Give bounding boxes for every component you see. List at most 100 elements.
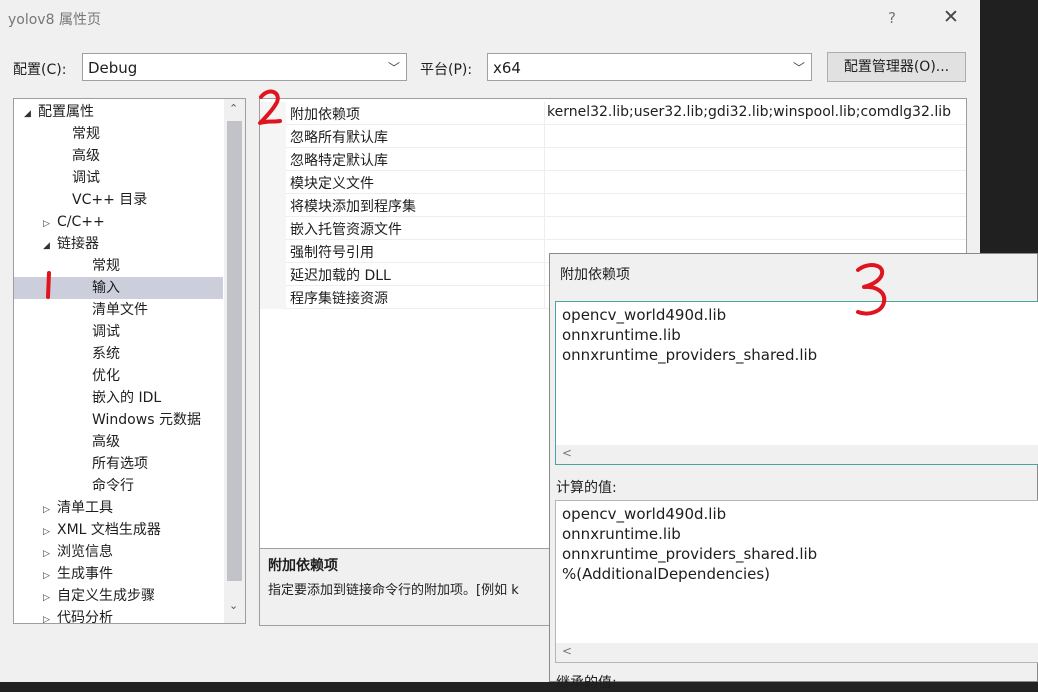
row-gutter (260, 194, 286, 217)
tree-item[interactable]: ▷ 清单工具 (14, 497, 223, 519)
property-name: 将模块添加到程序集 (290, 199, 416, 215)
tree-item-label: Windows 元数据 (92, 412, 201, 428)
tree-item-label: 优化 (92, 368, 120, 384)
property-name: 模块定义文件 (290, 176, 374, 192)
computed-line: opencv_world490d.lib (562, 505, 727, 523)
tree-item[interactable]: VC++ 目录 (14, 189, 223, 211)
config-dropdown[interactable]: Debug ﹀ (82, 53, 407, 81)
property-name: 延迟加载的 DLL (290, 268, 391, 284)
computed-values-label: 计算的值: (556, 480, 617, 496)
chevron-down-icon: ﹀ (387, 61, 400, 75)
property-row[interactable]: 忽略特定默认库 (260, 148, 966, 171)
platform-label: 平台(P): (420, 62, 473, 78)
settings-tree: ◢ 配置属性 常规 高级 调试 VC++ 目录 ▷ C/C++ ◢ 链接器 常规 输入 清单文件 调试 系统… (13, 98, 246, 624)
expander-icon[interactable]: ◢ (24, 103, 38, 125)
dependencies-edit-box[interactable]: opencv_world490d.lib onnxruntime.lib onnxr… (555, 301, 1038, 465)
inherited-values-label: 继承的值: (556, 675, 617, 691)
tree-item[interactable]: 系统 (14, 343, 223, 365)
property-name: 强制符号引用 (290, 245, 374, 261)
tree-item[interactable]: ▷ 浏览信息 (14, 541, 223, 563)
tree-item-label: 高级 (72, 148, 100, 164)
tree-item-label: 配置属性 (38, 104, 94, 120)
tree-item[interactable]: 所有选项 (14, 453, 223, 475)
tree-item[interactable]: ◢ 链接器 (14, 233, 223, 255)
row-gutter (260, 240, 286, 263)
expander-icon[interactable]: ▷ (43, 499, 57, 521)
tree-item[interactable]: ▷ C/C++ (14, 211, 223, 233)
edit-hscrollbar[interactable]: < (556, 445, 1038, 464)
dialog-title: 附加依赖项 (560, 267, 630, 283)
property-row[interactable]: 将模块添加到程序集 (260, 194, 966, 217)
tree-scroll-thumb[interactable] (227, 121, 242, 581)
config-label: 配置(C): (13, 62, 67, 78)
expander-icon[interactable]: ▷ (43, 521, 57, 543)
computed-line: onnxruntime.lib (562, 525, 681, 543)
tree-item[interactable]: 常规 (14, 123, 223, 145)
tree-item[interactable]: 高级 (14, 145, 223, 167)
column-divider (544, 125, 545, 148)
tree-item-label: VC++ 目录 (72, 192, 148, 208)
column-divider (544, 148, 545, 171)
close-button[interactable]: ✕ (943, 6, 959, 28)
row-gutter (260, 171, 286, 194)
tree-item[interactable]: 清单文件 (14, 299, 223, 321)
edit-line[interactable]: onnxruntime_providers_shared.lib (562, 346, 817, 364)
tree-item-label: 代码分析 (57, 610, 113, 624)
tree-item[interactable]: ▷ 生成事件 (14, 563, 223, 585)
tree-item[interactable]: 优化 (14, 365, 223, 387)
property-name: 忽略所有默认库 (290, 130, 388, 146)
expander-icon[interactable]: ▷ (43, 543, 57, 565)
expander-icon[interactable]: ▷ (43, 587, 57, 609)
help-button[interactable]: ? (888, 9, 896, 27)
row-gutter (260, 263, 286, 286)
property-row[interactable]: 附加依赖项 kernel32.lib;user32.lib;gdi32.lib;w… (260, 102, 966, 125)
computed-hscrollbar[interactable]: < (556, 643, 1038, 662)
property-value[interactable]: kernel32.lib;user32.lib;gdi32.lib;winspo… (547, 104, 951, 120)
tree-item[interactable]: ◢ 配置属性 (14, 101, 223, 123)
tree-scrollbar[interactable]: ⌃ ⌄ (224, 99, 245, 623)
scroll-left-icon[interactable]: < (562, 644, 572, 658)
tree-item-label: 清单工具 (57, 500, 113, 516)
tree-item-label: 输入 (92, 280, 120, 296)
description-title: 附加依赖项 (268, 558, 338, 574)
tree-item-label: 清单文件 (92, 302, 148, 318)
tree-item[interactable]: ▷ XML 文档生成器 (14, 519, 223, 541)
expander-icon[interactable]: ▷ (43, 609, 57, 623)
edit-line[interactable]: onnxruntime.lib (562, 326, 681, 344)
tree-item[interactable]: ▷ 代码分析 (14, 607, 223, 624)
expander-icon[interactable]: ▷ (43, 565, 57, 587)
tree-item[interactable]: ▷ 自定义生成步骤 (14, 585, 223, 607)
tree-item-label: 自定义生成步骤 (57, 588, 155, 604)
property-name: 附加依赖项 (290, 107, 360, 123)
row-gutter (260, 286, 286, 309)
scroll-up-icon[interactable]: ⌃ (229, 102, 238, 115)
row-gutter (260, 148, 286, 171)
property-row[interactable]: 嵌入托管资源文件 (260, 217, 966, 240)
tree-item[interactable]: 调试 (14, 321, 223, 343)
expander-icon[interactable]: ◢ (43, 235, 57, 257)
tree-item-label: 生成事件 (57, 566, 113, 582)
tree-item[interactable]: 命令行 (14, 475, 223, 497)
tree-item[interactable]: 调试 (14, 167, 223, 189)
expander-icon[interactable]: ▷ (43, 213, 57, 235)
scroll-left-icon[interactable]: < (562, 446, 572, 460)
property-row[interactable]: 忽略所有默认库 (260, 125, 966, 148)
tree-item-label: 调试 (72, 170, 100, 186)
tree-item-label: 常规 (92, 258, 120, 274)
column-divider (544, 240, 545, 263)
property-row[interactable]: 模块定义文件 (260, 171, 966, 194)
tree-item-label: 调试 (92, 324, 120, 340)
platform-dropdown[interactable]: x64 ﹀ (487, 53, 812, 81)
tree-item[interactable]: 高级 (14, 431, 223, 453)
annotation-mark-1 (46, 271, 51, 299)
edit-line[interactable]: opencv_world490d.lib (562, 306, 726, 324)
computed-values-box: opencv_world490d.lib onnxruntime.lib onnxr… (555, 500, 1038, 663)
tree-item-label: 浏览信息 (57, 544, 113, 560)
tree-item[interactable]: Windows 元数据 (14, 409, 223, 431)
platform-dropdown-value: x64 (493, 59, 521, 77)
config-manager-button[interactable]: 配置管理器(O)... (827, 52, 966, 82)
tree-item-label: 高级 (92, 434, 120, 450)
tree-item[interactable]: 嵌入的 IDL (14, 387, 223, 409)
row-gutter (260, 217, 286, 240)
scroll-down-icon[interactable]: ⌄ (229, 599, 238, 612)
